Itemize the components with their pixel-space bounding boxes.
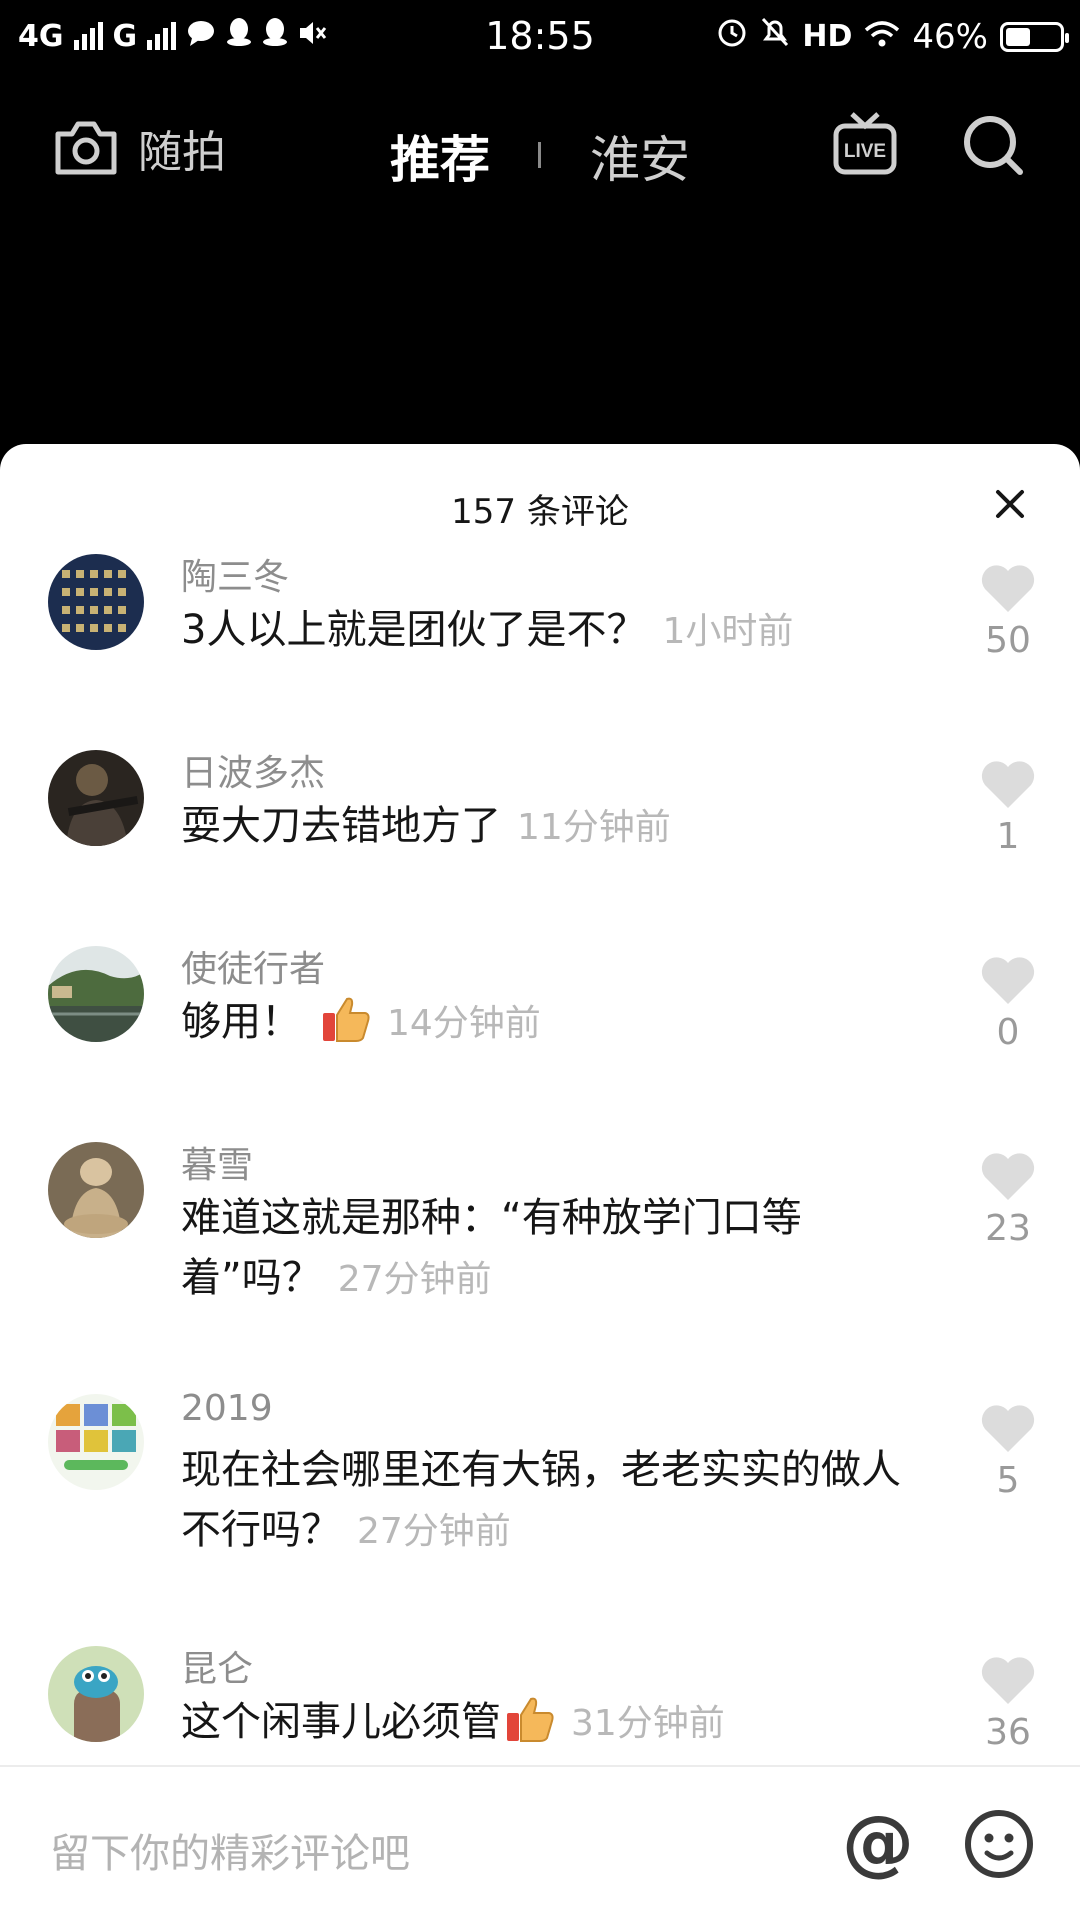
- comment-time: 11分钟前: [517, 807, 671, 848]
- search-button[interactable]: [962, 114, 1026, 182]
- comment-input-bar: 留下你的精彩评论吧 @: [0, 1765, 1080, 1922]
- comment-text[interactable]: 这个闲事儿必须管 31分钟前: [181, 1692, 881, 1760]
- warrior-avatar[interactable]: [48, 750, 144, 846]
- camera-label: 随拍: [138, 127, 226, 178]
- comment-text[interactable]: 现在社会哪里还有大锅，老老实实的做人不行吗？ 27分钟前: [181, 1440, 901, 1562]
- landscape-avatar[interactable]: [48, 946, 144, 1042]
- comment-text[interactable]: 耍大刀去错地方了 11分钟前: [181, 796, 881, 858]
- comment-item: 使徒行者 够用！ 14分钟前 0: [0, 946, 1080, 1142]
- mention-button[interactable]: @: [840, 1800, 916, 1884]
- comment-item: 陶三冬 3人以上就是团伙了是不？ 1小时前 50: [0, 554, 1080, 750]
- camera-button[interactable]: 随拍: [52, 116, 226, 180]
- comment-text[interactable]: 难道这就是那种：“有种放学门口等着”吗？ 27分钟前: [181, 1188, 901, 1310]
- hd-label: HD: [802, 19, 853, 54]
- like-count: 23: [985, 1208, 1031, 1249]
- like-count: 36: [985, 1712, 1031, 1753]
- comment-username[interactable]: 2019: [181, 1388, 273, 1429]
- battery-icon: [1000, 21, 1069, 52]
- like-button[interactable]: 5: [978, 1404, 1038, 1501]
- camera-icon: [55, 121, 117, 175]
- comment-body: 这个闲事儿必须管: [181, 1699, 501, 1745]
- at-icon: @: [842, 1800, 914, 1884]
- heart-icon: [981, 1405, 1035, 1452]
- comment-time: 14分钟前: [387, 1003, 541, 1044]
- emoji-icon: [965, 1810, 1033, 1878]
- comment-text[interactable]: 3人以上就是团伙了是不？ 1小时前: [181, 600, 881, 662]
- comment-input[interactable]: 留下你的精彩评论吧: [50, 1821, 410, 1879]
- live-button[interactable]: LIVE: [832, 110, 898, 184]
- like-button[interactable]: 0: [978, 956, 1038, 1053]
- game-collage-avatar[interactable]: [48, 1394, 144, 1490]
- heart-icon: [981, 1657, 1035, 1704]
- like-button[interactable]: 50: [978, 564, 1038, 661]
- thumbs-up-icon: [321, 995, 371, 1060]
- heart-icon: [981, 565, 1035, 612]
- meditating-dog-avatar[interactable]: [48, 1142, 144, 1238]
- cartoon-avatar[interactable]: [48, 1646, 144, 1742]
- heart-icon: [981, 761, 1035, 808]
- live-icon: LIVE: [833, 112, 897, 175]
- emoji-button[interactable]: [962, 1807, 1036, 1881]
- status-bar: 4G G 18:55 HD 46%: [0, 0, 1080, 76]
- svg-text:@: @: [842, 1807, 914, 1883]
- wifi-icon: [864, 17, 900, 57]
- like-count: 1: [996, 816, 1020, 857]
- comment-time: 31分钟前: [571, 1703, 725, 1744]
- close-icon: [996, 490, 1024, 518]
- tab-divider: [538, 142, 541, 168]
- like-count: 50: [985, 620, 1031, 661]
- comment-username[interactable]: 使徒行者: [181, 940, 325, 992]
- comment-item: 暮雪 难道这就是那种：“有种放学门口等着”吗？ 27分钟前 23: [0, 1142, 1080, 1394]
- like-button[interactable]: 1: [978, 760, 1038, 857]
- tab-recommend[interactable]: 推荐: [390, 120, 490, 192]
- like-count: 0: [996, 1012, 1020, 1053]
- calligraphy-avatar[interactable]: [48, 554, 144, 650]
- comment-username[interactable]: 陶三冬: [181, 548, 289, 600]
- comment-username[interactable]: 暮雪: [181, 1136, 253, 1188]
- battery-percent: 46%: [912, 16, 988, 57]
- comment-body: 耍大刀去错地方了: [181, 803, 501, 849]
- comment-count-title: 157 条评论: [451, 492, 629, 532]
- heart-icon: [981, 957, 1035, 1004]
- like-button[interactable]: 23: [978, 1152, 1038, 1249]
- tab-local-city[interactable]: 淮安: [590, 120, 690, 192]
- notification-off-icon: [760, 16, 790, 57]
- thumbs-up-icon: [505, 1695, 555, 1760]
- comment-text[interactable]: 够用！ 14分钟前: [181, 992, 881, 1060]
- comment-username[interactable]: 昆仑: [181, 1640, 253, 1692]
- comment-sheet: 157 条评论 陶三冬 3人以上就是团伙了是不？ 1小时前 50 日波多杰 耍大…: [0, 444, 1080, 1920]
- comment-time: 27分钟前: [337, 1259, 492, 1300]
- comment-body: 够用！: [181, 999, 301, 1045]
- comment-body: 现在社会哪里还有大锅，老老实实的做人不行吗？: [181, 1447, 901, 1553]
- alarm-icon: [716, 16, 748, 57]
- close-button[interactable]: [990, 484, 1030, 524]
- like-count: 5: [996, 1460, 1020, 1501]
- comment-username[interactable]: 日波多杰: [181, 744, 325, 796]
- live-icon-text: LIVE: [844, 141, 886, 162]
- heart-icon: [981, 1153, 1035, 1200]
- comment-time: 27分钟前: [357, 1511, 511, 1552]
- status-right: HD 46%: [716, 16, 1069, 57]
- battery-fill: [1006, 27, 1030, 46]
- comment-item: 2019 现在社会哪里还有大锅，老老实实的做人不行吗？ 27分钟前 5: [0, 1388, 1080, 1646]
- comment-body: 3人以上就是团伙了是不？: [181, 607, 647, 653]
- search-icon: [964, 116, 1023, 175]
- top-nav: 随拍 推荐 淮安 LIVE: [0, 100, 1080, 200]
- like-button[interactable]: 36: [978, 1656, 1038, 1753]
- comment-time: 1小时前: [662, 611, 794, 652]
- comment-item: 日波多杰 耍大刀去错地方了 11分钟前 1: [0, 750, 1080, 946]
